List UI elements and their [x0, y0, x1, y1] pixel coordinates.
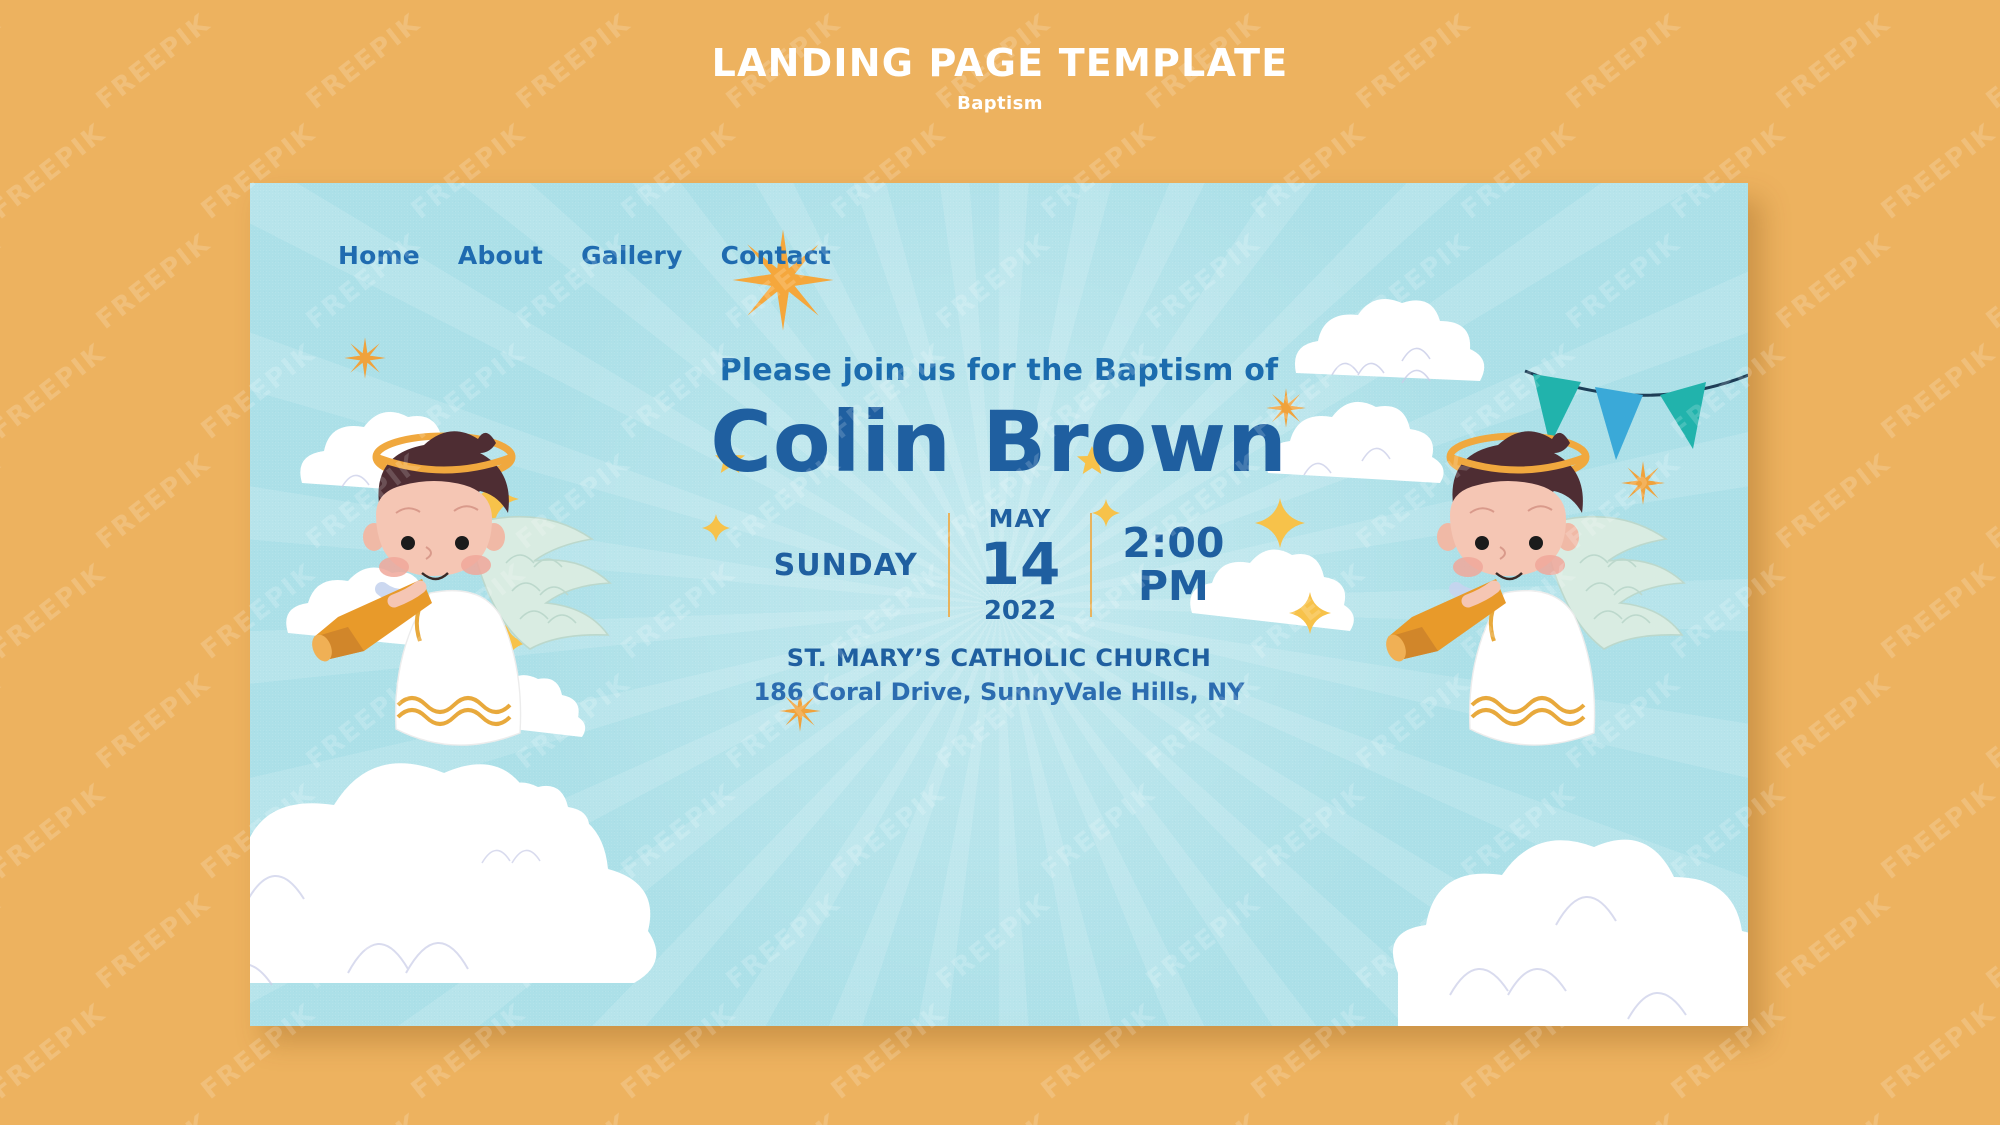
page-subtitle: Baptism [957, 93, 1043, 114]
svg-text:FREEPIK: FREEPIK [1876, 338, 2000, 445]
svg-text:FREEPIK: FREEPIK [1876, 0, 2000, 6]
svg-text:FREEPIK: FREEPIK [1141, 1108, 1267, 1125]
page-title: LANDING PAGE TEMPLATE [711, 41, 1289, 85]
svg-text:FREEPIK: FREEPIK [1876, 118, 2000, 225]
event-day: 14 [979, 530, 1061, 599]
svg-text:FREEPIK: FREEPIK [0, 668, 7, 775]
svg-text:FREEPIK: FREEPIK [1876, 558, 2000, 665]
svg-text:FREEPIK: FREEPIK [1561, 1108, 1687, 1125]
svg-text:FREEPIK: FREEPIK [196, 0, 322, 6]
svg-text:FREEPIK: FREEPIK [1351, 1108, 1477, 1125]
svg-text:FREEPIK: FREEPIK [91, 668, 217, 775]
svg-text:FREEPIK: FREEPIK [1981, 668, 2000, 775]
venue-address: 186 Coral Drive, SunnyVale Hills, NY [753, 678, 1245, 707]
svg-text:FREEPIK: FREEPIK [0, 448, 7, 555]
svg-text:FREEPIK: FREEPIK [1876, 778, 2000, 885]
svg-text:FREEPIK: FREEPIK [1246, 0, 1372, 6]
hero-content: Please join us for the Baptism of Colin … [250, 183, 1748, 706]
svg-text:FREEPIK: FREEPIK [301, 1108, 427, 1125]
svg-text:FREEPIK: FREEPIK [0, 778, 112, 885]
event-year: 2022 [983, 596, 1057, 627]
svg-text:FREEPIK: FREEPIK [1771, 448, 1897, 555]
svg-text:FREEPIK: FREEPIK [0, 1108, 7, 1125]
svg-text:FREEPIK: FREEPIK [0, 338, 112, 445]
svg-text:FREEPIK: FREEPIK [826, 0, 952, 6]
svg-text:FREEPIK: FREEPIK [1666, 0, 1792, 6]
svg-text:FREEPIK: FREEPIK [1981, 228, 2000, 335]
svg-text:FREEPIK: FREEPIK [721, 1108, 847, 1125]
page-header: LANDING PAGE TEMPLATE Baptism [0, 44, 2000, 114]
svg-text:FREEPIK: FREEPIK [406, 0, 532, 6]
event-time-cell: 2:00 PM [1092, 522, 1254, 608]
svg-text:FREEPIK: FREEPIK [1771, 228, 1897, 335]
event-date-cell: MAY 14 2022 [950, 506, 1091, 624]
svg-text:FREEPIK: FREEPIK [1981, 1108, 2000, 1125]
svg-text:FREEPIK: FREEPIK [0, 228, 7, 335]
svg-text:FREEPIK: FREEPIK [0, 888, 7, 995]
svg-text:FREEPIK: FREEPIK [1981, 888, 2000, 995]
invitation-intro: Please join us for the Baptism of [719, 353, 1279, 388]
svg-text:FREEPIK: FREEPIK [0, 118, 112, 225]
svg-text:FREEPIK: FREEPIK [91, 448, 217, 555]
event-meridiem: PM [1137, 562, 1209, 611]
svg-text:FREEPIK: FREEPIK [1771, 1108, 1897, 1125]
svg-text:FREEPIK: FREEPIK [1771, 888, 1897, 995]
svg-text:FREEPIK: FREEPIK [1771, 668, 1897, 775]
honoree-name: Colin Brown [710, 393, 1288, 491]
svg-text:FREEPIK: FREEPIK [0, 998, 112, 1105]
event-time: 2:00 [1122, 519, 1225, 568]
svg-text:FREEPIK: FREEPIK [616, 0, 742, 6]
svg-text:FREEPIK: FREEPIK [0, 558, 112, 665]
page-canvas: LANDING PAGE TEMPLATE Baptism Home About… [0, 0, 2000, 1125]
svg-text:FREEPIK: FREEPIK [91, 1108, 217, 1125]
venue-name: ST. MARY’S CATHOLIC CHURCH [786, 644, 1212, 673]
landing-page-card: Home About Gallery Contact Please join u… [250, 183, 1748, 1026]
event-month: MAY [988, 504, 1052, 534]
svg-text:FREEPIK: FREEPIK [91, 228, 217, 335]
event-weekday-cell: SUNDAY [744, 548, 948, 583]
svg-text:FREEPIK: FREEPIK [0, 0, 112, 6]
svg-text:FREEPIK: FREEPIK [91, 888, 217, 995]
svg-text:FREEPIK: FREEPIK [1456, 0, 1582, 6]
svg-text:FREEPIK: FREEPIK [1036, 0, 1162, 6]
svg-text:FREEPIK: FREEPIK [511, 1108, 637, 1125]
svg-text:FREEPIK: FREEPIK [931, 1108, 1057, 1125]
svg-text:FREEPIK: FREEPIK [1981, 448, 2000, 555]
svg-text:FREEPIK: FREEPIK [1876, 998, 2000, 1105]
event-details: SUNDAY MAY 14 2022 2:00 PM [250, 506, 1748, 624]
event-weekday: SUNDAY [773, 547, 918, 583]
